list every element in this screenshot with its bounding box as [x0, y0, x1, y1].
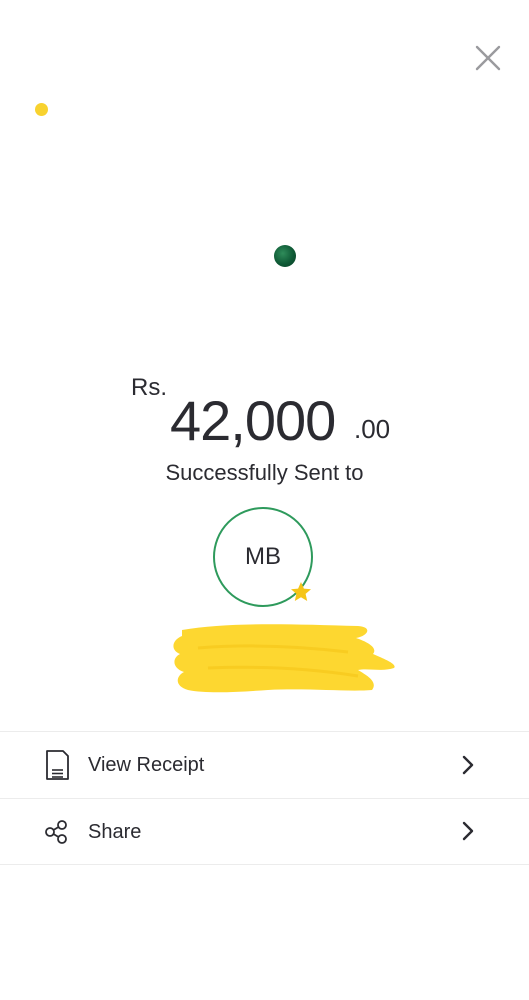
share-icon [45, 820, 67, 844]
amount-decimal: .00 [354, 414, 391, 444]
star-icon [291, 582, 311, 601]
close-button[interactable] [470, 40, 506, 76]
view-receipt-label: View Receipt [88, 754, 205, 776]
recipient-initials: MB [245, 543, 281, 570]
currency-label: Rs. [131, 374, 167, 401]
chevron-right-icon [462, 755, 474, 775]
recipient-name-redaction [173, 624, 395, 693]
share-row[interactable]: Share [0, 799, 529, 865]
close-icon [475, 45, 501, 71]
chevron-right-icon [462, 821, 474, 841]
amount-display: Rs. 42,000 .00 [0, 368, 529, 458]
divider [0, 864, 529, 865]
confetti-dot-green [274, 245, 296, 267]
amount-whole: 42,000 [170, 389, 336, 452]
view-receipt-row[interactable]: View Receipt [0, 732, 529, 798]
share-label: Share [88, 821, 142, 843]
confetti-dot-yellow [35, 103, 48, 116]
status-text: Successfully Sent to [165, 460, 364, 485]
receipt-icon [46, 750, 69, 780]
